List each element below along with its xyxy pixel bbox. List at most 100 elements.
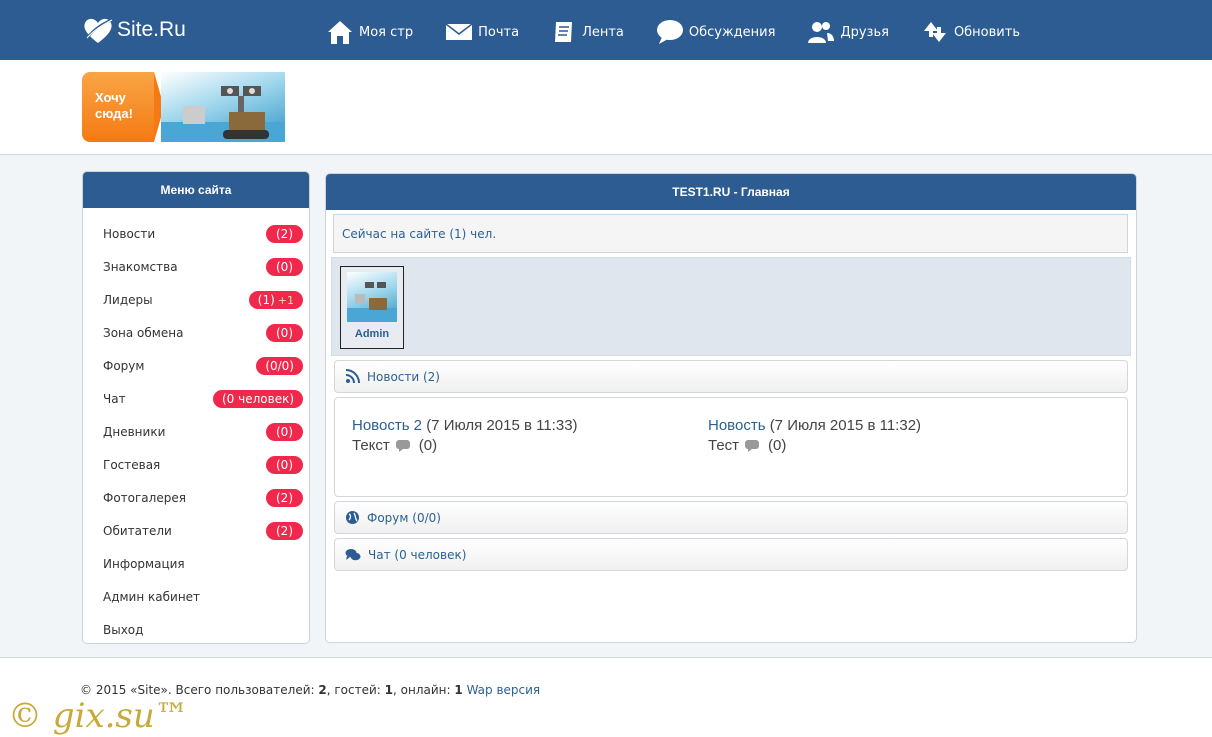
menu-item-chat[interactable]: Чат (0 человек) bbox=[83, 382, 309, 415]
count-badge: (2) bbox=[266, 521, 303, 540]
footer-stats: © 2015 «Site». Всего пользователей: 2, г… bbox=[80, 683, 540, 697]
news-title-link[interactable]: Новость bbox=[708, 417, 766, 434]
menu-label: Обитатели bbox=[103, 523, 172, 538]
menu-item-leaders[interactable]: Лидеры (1) +1 bbox=[83, 283, 309, 316]
watermark: © gix.su™ bbox=[8, 696, 189, 736]
chat-bubble-icon bbox=[656, 20, 683, 44]
menu-label: Знакомства bbox=[103, 259, 178, 274]
user-card-admin[interactable]: Admin bbox=[340, 266, 404, 349]
rss-icon bbox=[345, 369, 360, 384]
nav-friends[interactable]: Друзья bbox=[807, 17, 889, 47]
section-label: Форум (0/0) bbox=[367, 510, 441, 525]
nav-mail[interactable]: Почта bbox=[445, 17, 519, 47]
menu-item-dating[interactable]: Знакомства (0) bbox=[83, 250, 309, 283]
nav-label: Друзья bbox=[840, 24, 889, 40]
online-now-link[interactable]: Сейчас на сайте (1) чел. bbox=[333, 214, 1128, 253]
section-label: Чат (0 человек) bbox=[368, 547, 467, 562]
menu-list: Новости (2) Знакомства (0) Лидеры (1) +1 Зон… bbox=[83, 208, 309, 646]
online-users-area: Admin bbox=[331, 257, 1131, 356]
news-item: Новость 2 (7 Июля 2015 в 11:33) Текст (0… bbox=[352, 416, 578, 456]
globe-icon bbox=[346, 511, 359, 524]
count-badge: (2) bbox=[266, 488, 303, 507]
menu-item-forum[interactable]: Форум (0/0) bbox=[83, 349, 309, 382]
menu-label: Гостевая bbox=[103, 457, 161, 472]
news-date: (7 Июля 2015 в 11:33) bbox=[426, 417, 578, 434]
count-badge: (0) bbox=[266, 257, 303, 276]
news-text: Текст bbox=[352, 437, 390, 454]
site-logo[interactable]: Site.Ru bbox=[82, 14, 186, 46]
menu-item-residents[interactable]: Обитатели (2) bbox=[83, 514, 309, 547]
news-item: Новость (7 Июля 2015 в 11:32) Тест (0) bbox=[708, 416, 921, 456]
logo-text: Site.Ru bbox=[117, 18, 186, 41]
nav-refresh[interactable]: Обновить bbox=[921, 17, 1020, 47]
site-menu: Меню сайта Новости (2) Знакомства (0) Лиде… bbox=[82, 171, 310, 644]
menu-item-exchange[interactable]: Зона обмена (0) bbox=[83, 316, 309, 349]
news-list: Новость 2 (7 Июля 2015 в 11:33) Текст (0… bbox=[334, 397, 1128, 497]
guests-label: , гостей: bbox=[326, 683, 381, 697]
menu-item-guestbook[interactable]: Гостевая (0) bbox=[83, 448, 309, 481]
chat-icon bbox=[345, 548, 361, 560]
menu-label: Информация bbox=[103, 556, 185, 571]
top-header: Site.Ru Моя стр Почта Лента Обсуждения Д… bbox=[0, 0, 1212, 60]
home-icon bbox=[328, 21, 352, 44]
avatar-image bbox=[347, 282, 397, 322]
banner-image[interactable] bbox=[161, 72, 285, 142]
guests-count: 1 bbox=[384, 683, 394, 697]
mail-icon bbox=[445, 23, 473, 40]
username: Admin bbox=[354, 328, 390, 340]
friends-icon bbox=[808, 22, 835, 43]
heart-logo-icon bbox=[84, 17, 114, 43]
menu-label: Зона обмена bbox=[103, 325, 184, 340]
news-text: Тест bbox=[708, 437, 740, 454]
badge-plus: +1 bbox=[277, 293, 294, 307]
count-badge: (0/0) bbox=[256, 356, 303, 375]
menu-label: Выход bbox=[103, 622, 144, 637]
comment-icon[interactable] bbox=[395, 439, 411, 453]
main-panel: TEST1.RU - Главная Сейчас на сайте (1) ч… bbox=[325, 173, 1137, 643]
count-badge: (0) bbox=[266, 323, 303, 342]
nav-my-page[interactable]: Моя стр bbox=[326, 17, 413, 47]
footer-prefix: © 2015 «Site». Всего пользователей: bbox=[80, 683, 315, 697]
page-title: TEST1.RU - Главная bbox=[326, 174, 1136, 210]
news-date: (7 Июля 2015 в 11:32) bbox=[769, 417, 922, 434]
menu-label: Новости bbox=[103, 226, 156, 241]
comment-count: (0) bbox=[768, 437, 787, 454]
news-section-header[interactable]: Новости (2) bbox=[334, 360, 1128, 393]
nav-feed[interactable]: Лента bbox=[551, 17, 624, 47]
count-badge: (0) bbox=[266, 422, 303, 441]
footer: © 2015 «Site». Всего пользователей: 2, г… bbox=[0, 657, 1212, 737]
menu-item-news[interactable]: Новости (2) bbox=[83, 217, 309, 250]
wap-version-link[interactable]: Wap версия bbox=[467, 683, 541, 697]
chat-section-header[interactable]: Чат (0 человек) bbox=[334, 538, 1128, 571]
online-label: , онлайн: bbox=[393, 683, 451, 697]
menu-item-info[interactable]: Информация bbox=[83, 547, 309, 580]
main-nav: Моя стр Почта Лента Обсуждения Друзья Об… bbox=[326, 17, 1052, 47]
nav-label: Обсуждения bbox=[688, 24, 776, 40]
want-here-button[interactable]: Хочу сюда! bbox=[82, 72, 164, 142]
menu-label: Чат bbox=[103, 391, 126, 406]
comment-icon[interactable] bbox=[744, 439, 760, 453]
forum-section-header[interactable]: Форум (0/0) bbox=[334, 501, 1128, 534]
menu-item-admin[interactable]: Админ кабинет bbox=[83, 580, 309, 613]
menu-label: Лидеры bbox=[103, 292, 153, 307]
menu-label: Админ кабинет bbox=[103, 589, 201, 604]
menu-label: Дневники bbox=[103, 424, 166, 439]
count-badge: (2) bbox=[266, 224, 303, 243]
menu-item-diaries[interactable]: Дневники (0) bbox=[83, 415, 309, 448]
nav-discussions[interactable]: Обсуждения bbox=[656, 17, 776, 47]
feed-icon bbox=[555, 22, 573, 42]
nav-label: Почта bbox=[478, 24, 520, 40]
count-badge: (0 человек) bbox=[213, 389, 303, 408]
menu-label: Форум bbox=[103, 358, 145, 373]
nav-label: Моя стр bbox=[359, 24, 414, 40]
online-count: 1 bbox=[454, 683, 463, 697]
menu-label: Фотогалерея bbox=[103, 490, 186, 505]
count-badge: (0) bbox=[266, 455, 303, 474]
users-count: 2 bbox=[318, 683, 327, 697]
news-title-link[interactable]: Новость 2 bbox=[352, 417, 422, 434]
nav-label: Обновить bbox=[953, 24, 1020, 40]
section-label: Новости (2) bbox=[367, 369, 440, 384]
badge-value: (1) bbox=[257, 292, 275, 307]
menu-item-logout[interactable]: Выход bbox=[83, 613, 309, 646]
menu-item-gallery[interactable]: Фотогалерея (2) bbox=[83, 481, 309, 514]
